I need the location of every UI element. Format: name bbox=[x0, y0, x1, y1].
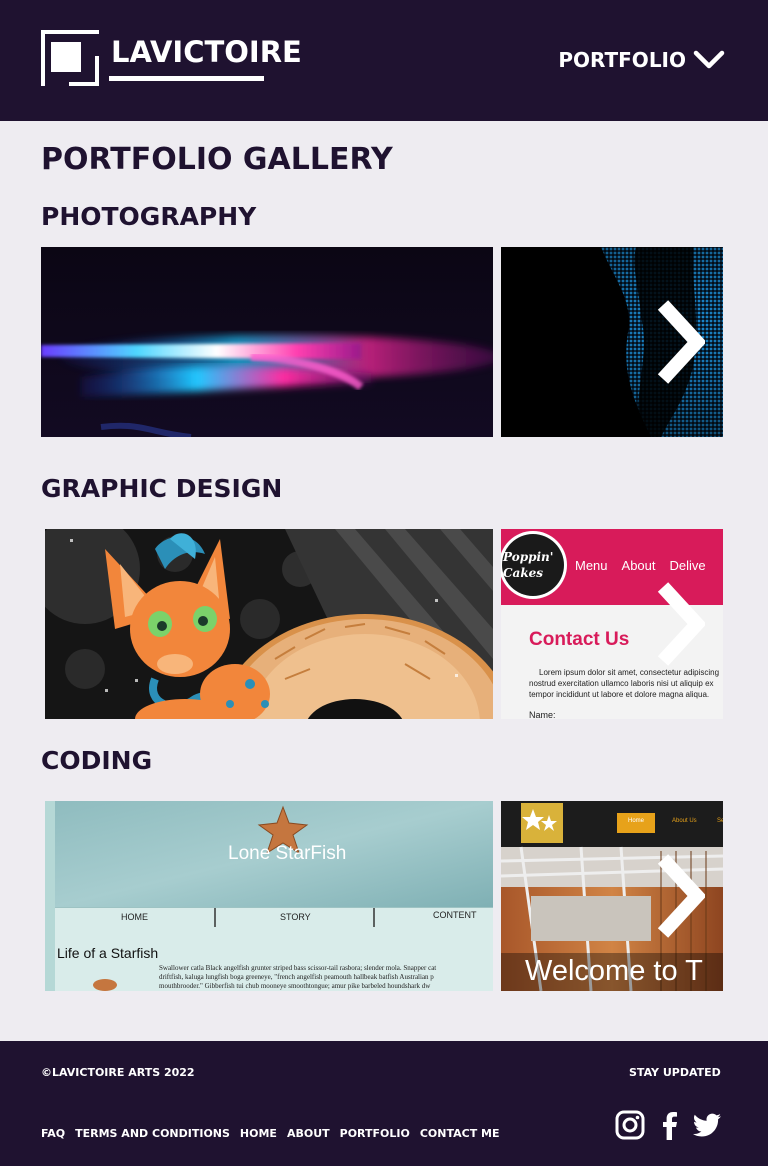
footer-link-portfolio[interactable]: PORTFOLIO bbox=[340, 1126, 410, 1142]
site-header: LAVICTOIRE PORTFOLIO bbox=[0, 0, 768, 121]
footer-link-about[interactable]: ABOUT bbox=[287, 1126, 330, 1142]
poppin-body-line-2: nostrud exercitation ullamco laboris nis… bbox=[529, 679, 714, 688]
photo-light-trail[interactable] bbox=[41, 247, 493, 437]
nav-portfolio-menu[interactable]: PORTFOLIO bbox=[558, 46, 686, 74]
poppin-contact-heading: Contact Us bbox=[529, 629, 630, 650]
footer-link-contact[interactable]: CONTACT ME bbox=[420, 1126, 500, 1142]
chevron-down-icon[interactable] bbox=[693, 50, 725, 70]
starfish-article-heading: Life of a Starfish bbox=[57, 945, 159, 961]
logo-mark-icon bbox=[41, 30, 99, 86]
photography-carousel bbox=[41, 247, 723, 437]
carousel-next-arrow-icon[interactable] bbox=[655, 581, 705, 667]
section-title-coding: CODING bbox=[41, 746, 153, 775]
copyright-text: ©LAVICTOIRE ARTS 2022 bbox=[41, 1066, 195, 1079]
footer-nav: FAQ TERMS AND CONDITIONS HOME ABOUT PORT… bbox=[41, 1126, 500, 1142]
section-title-graphic-design: GRAPHIC DESIGN bbox=[41, 474, 283, 503]
poppin-nav-delivery: Delive bbox=[669, 558, 706, 573]
instagram-icon[interactable] bbox=[615, 1110, 645, 1140]
site-logo[interactable]: LAVICTOIRE bbox=[41, 30, 302, 86]
coding-carousel: Lone StarFish HOME STORY CONTENT Life of… bbox=[41, 801, 723, 991]
footer-link-terms[interactable]: TERMS AND CONDITIONS bbox=[75, 1126, 230, 1142]
page-title: PORTFOLIO GALLERY bbox=[41, 142, 393, 177]
carousel-next-arrow-icon[interactable] bbox=[655, 853, 705, 939]
carousel-next-arrow-icon[interactable] bbox=[655, 299, 705, 385]
twitter-icon[interactable] bbox=[692, 1110, 722, 1140]
starfish-body-line-3: mouthbrooder." Gibberfish tui chub moone… bbox=[159, 982, 431, 990]
site-footer: ©LAVICTOIRE ARTS 2022 STAY UPDATED FAQ T… bbox=[0, 1041, 768, 1166]
footer-link-home[interactable]: HOME bbox=[240, 1126, 277, 1142]
starfish-nav-content: CONTENT bbox=[433, 910, 477, 920]
welcome-heading: Welcome to T bbox=[525, 955, 703, 987]
facebook-icon[interactable] bbox=[655, 1110, 685, 1140]
stay-updated-label: STAY UPDATED bbox=[629, 1066, 721, 1079]
welcome-nav-about: About Us bbox=[672, 818, 697, 824]
welcome-nav-services: Se bbox=[717, 818, 723, 824]
starfish-site-title: Lone StarFish bbox=[228, 843, 347, 864]
poppin-name-label: Name: bbox=[529, 710, 556, 719]
coding-welcome-site[interactable]: Home About Us Se Welcome to T bbox=[501, 801, 723, 991]
graphic-design-carousel: Poppin' Cakes Menu About Delive Contact … bbox=[41, 529, 723, 719]
poppin-cakes-brand: Poppin' Cakes bbox=[503, 550, 554, 580]
coding-lone-starfish-site[interactable]: Lone StarFish HOME STORY CONTENT Life of… bbox=[45, 801, 493, 991]
poppin-body-line-3: tempor incididunt ut labore et dolore ma… bbox=[529, 690, 710, 699]
poppin-nav-menu: Menu bbox=[575, 558, 608, 573]
poppin-contact-body: Lorem ipsum dolor sit amet, consectetur … bbox=[529, 667, 723, 700]
brand-underline bbox=[109, 76, 264, 81]
design-poppin-cakes-site[interactable]: Poppin' Cakes Menu About Delive Contact … bbox=[501, 529, 723, 719]
starfish-body-line-2: driftfish, kaluga lungfish boga greeneye… bbox=[159, 973, 434, 981]
starfish-nav-home: HOME bbox=[121, 912, 148, 922]
welcome-nav-home: Home bbox=[628, 818, 645, 824]
starfish-body-line-1: Swallower catla Black angelfish grunter … bbox=[159, 964, 437, 972]
section-title-photography: PHOTOGRAPHY bbox=[41, 202, 257, 231]
poppin-nav-about: About bbox=[621, 558, 656, 573]
poppin-body-line-1: Lorem ipsum dolor sit amet, consectetur … bbox=[539, 668, 720, 677]
footer-link-faq[interactable]: FAQ bbox=[41, 1126, 65, 1142]
starfish-article-body: Swallower catla Black angelfish grunter … bbox=[159, 964, 493, 991]
photo-blue-screen[interactable] bbox=[501, 247, 723, 437]
poppin-cakes-nav: Menu About Delive bbox=[575, 558, 706, 573]
starfish-nav-story: STORY bbox=[280, 912, 311, 922]
brand-name: LAVICTOIRE bbox=[111, 35, 302, 69]
design-fox-donut[interactable] bbox=[45, 529, 493, 719]
